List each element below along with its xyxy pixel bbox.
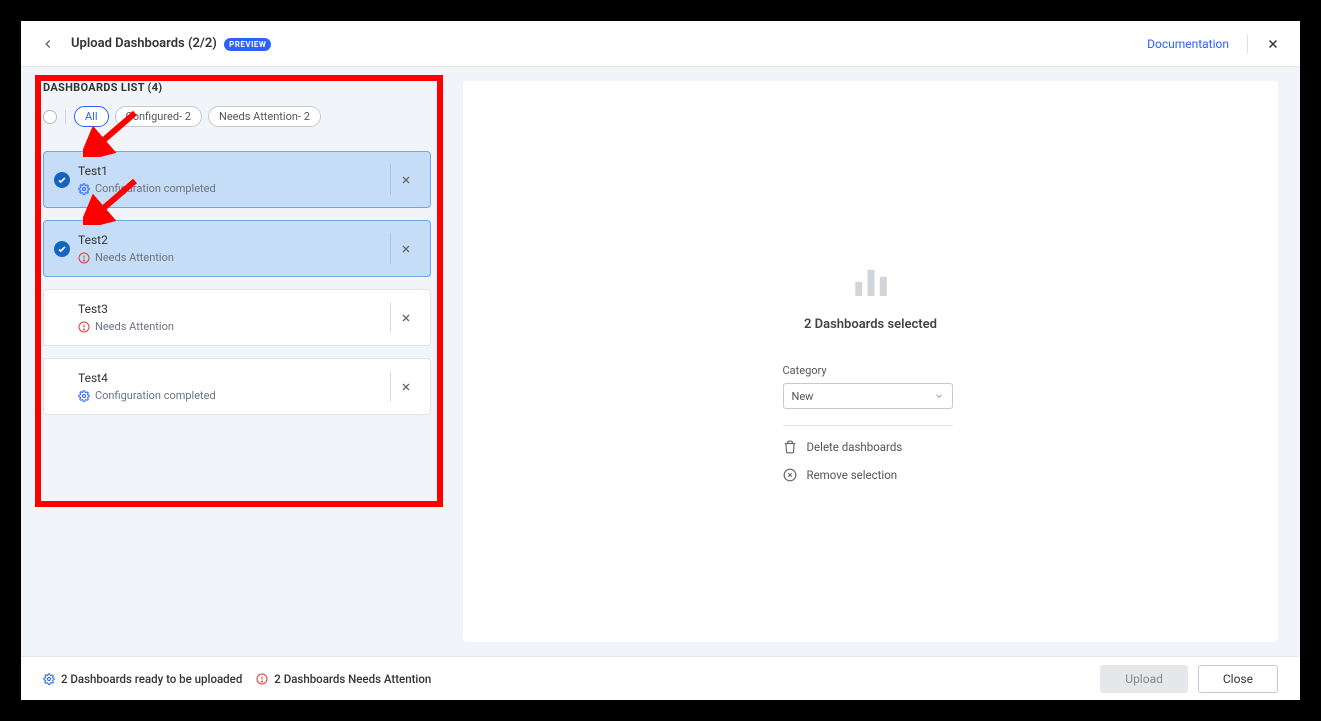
dashboards-icon (850, 261, 892, 303)
alert-icon (256, 673, 268, 685)
documentation-link[interactable]: Documentation (1147, 37, 1229, 51)
footer-attention-status: 2 Dashboards Needs Attention (256, 672, 431, 686)
modal-header: Upload Dashboards (2/2) PREVIEW Document… (21, 21, 1300, 67)
category-label: Category (783, 364, 953, 377)
dashboard-card[interactable]: Test3 Needs Attention (43, 289, 431, 346)
preview-badge: PREVIEW (224, 38, 271, 51)
dashboard-status: Configuration completed (78, 182, 384, 195)
dashboard-card[interactable]: Test1 Configuration completed (43, 151, 431, 208)
back-icon[interactable] (41, 37, 55, 51)
dashboard-name: Test1 (78, 164, 384, 178)
dashboard-card[interactable]: Test4 Configuration completed (43, 358, 431, 415)
close-icon[interactable] (1266, 37, 1280, 51)
remove-card-button[interactable] (390, 164, 420, 195)
dashboard-name: Test3 (78, 302, 384, 316)
remove-icon (783, 468, 797, 482)
checkmark-icon (54, 241, 70, 257)
dashboard-name: Test4 (78, 371, 384, 385)
page-title: Upload Dashboards (2/2) PREVIEW (71, 36, 271, 51)
remove-card-button[interactable] (390, 233, 420, 264)
divider (783, 425, 953, 426)
selection-count-title: 2 Dashboards selected (804, 317, 937, 332)
chevron-down-icon (934, 391, 944, 401)
dashboard-status: Needs Attention (78, 251, 384, 264)
footer-ready-status: 2 Dashboards ready to be uploaded (43, 672, 242, 686)
dashboard-name: Test2 (78, 233, 384, 247)
divider (1247, 34, 1248, 54)
category-select[interactable]: New (783, 383, 953, 409)
filter-configured[interactable]: Configured- 2 (115, 106, 202, 127)
remove-selection-button[interactable]: Remove selection (783, 468, 953, 482)
checkmark-icon (54, 172, 70, 188)
divider (65, 110, 66, 124)
gear-icon (78, 183, 90, 195)
dashboards-list-panel: DASHBOARDS LIST (4) All Configured- 2 Ne… (21, 67, 453, 656)
dashboard-card[interactable]: Test2 Needs Attention (43, 220, 431, 277)
filter-all[interactable]: All (74, 106, 109, 127)
filter-row: All Configured- 2 Needs Attention- 2 (43, 106, 431, 127)
select-all-toggle[interactable] (43, 110, 57, 124)
dashboard-status: Needs Attention (78, 320, 384, 333)
modal-footer: 2 Dashboards ready to be uploaded 2 Dash… (21, 656, 1300, 700)
upload-button[interactable]: Upload (1100, 665, 1188, 693)
dashboard-status: Configuration completed (78, 389, 384, 402)
checkmark-icon (54, 379, 70, 395)
selection-panel: 2 Dashboards selected Category New Delet… (463, 81, 1278, 642)
gear-icon (78, 390, 90, 402)
remove-card-button[interactable] (390, 302, 420, 333)
checkmark-icon (54, 310, 70, 326)
alert-icon (78, 321, 90, 333)
delete-dashboards-button[interactable]: Delete dashboards (783, 440, 953, 454)
alert-icon (78, 252, 90, 264)
trash-icon (783, 440, 797, 454)
filter-needs-attention[interactable]: Needs Attention- 2 (208, 106, 321, 127)
close-button[interactable]: Close (1198, 665, 1278, 693)
dashboards-list-title: DASHBOARDS LIST (4) (43, 81, 431, 94)
remove-card-button[interactable] (390, 371, 420, 402)
gear-icon (43, 673, 55, 685)
